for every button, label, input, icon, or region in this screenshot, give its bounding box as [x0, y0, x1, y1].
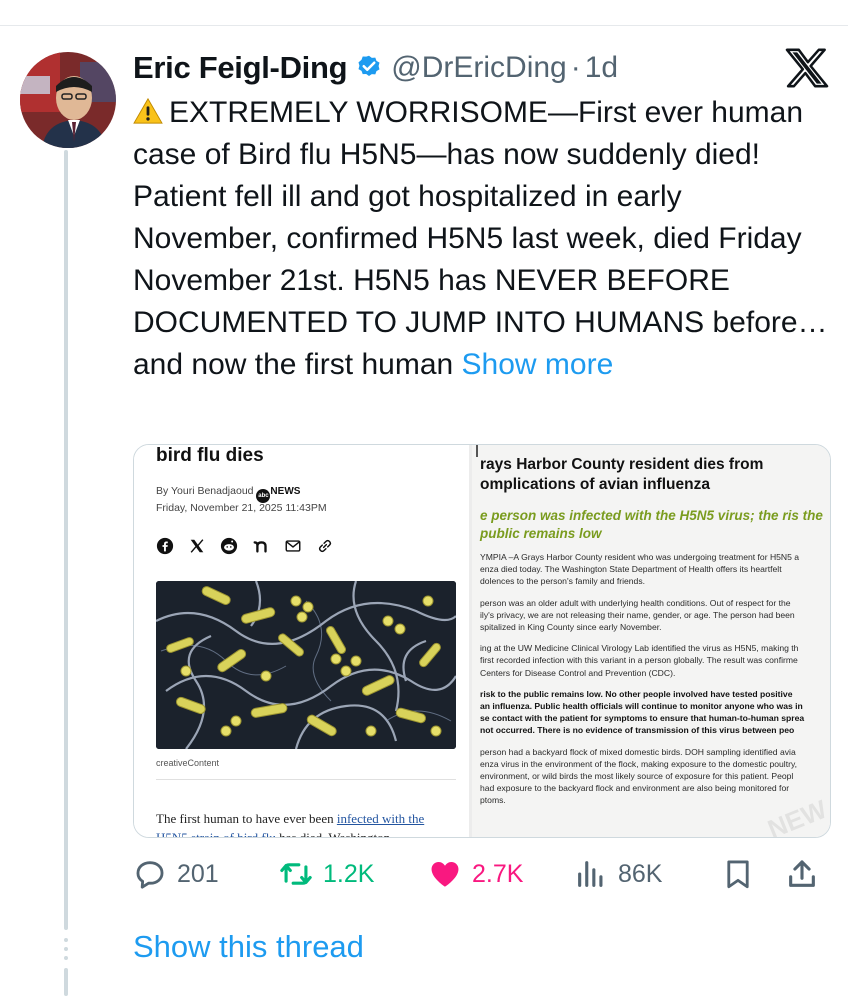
press-release-line: ily's privacy, we are not releasing thei… [480, 609, 795, 620]
show-this-thread-link[interactable]: Show this thread [133, 929, 364, 965]
press-release-line: risk to the public remains low. No other… [480, 688, 793, 699]
retweet-icon [280, 863, 312, 885]
tweet-text: EXTREMELY WORRISOME—First ever human cas… [133, 92, 833, 386]
press-release-paragraph: person was an older adult with underlyin… [480, 597, 830, 634]
press-release-paragraph: risk to the public remains low. No other… [480, 688, 830, 737]
article-body: The first human to have ever been infect… [156, 809, 456, 838]
press-release-line: environment, or wild birds the most like… [480, 771, 794, 781]
author-avatar[interactable] [20, 52, 116, 148]
avatar-photo [20, 52, 116, 148]
reply-count: 201 [177, 859, 219, 888]
heart-icon [431, 861, 459, 887]
press-release-line: person was an older adult with underlyin… [480, 597, 791, 608]
press-release-subtitle: e person was infected with the H5N5 viru… [480, 508, 823, 541]
press-release-line: not occurred. There is no evidence of tr… [480, 725, 795, 736]
thread-ellipsis-dots [63, 938, 69, 965]
share-upload-icon [789, 860, 815, 887]
tweet-body-text: EXTREMELY WORRISOME—First ever human cas… [133, 96, 828, 381]
abc-logo: abc [256, 489, 271, 503]
verified-badge-icon [358, 55, 380, 77]
press-release-line: ing at the UW Medicine Clinical Virology… [480, 643, 799, 654]
article-divider [156, 779, 456, 780]
retweet-count: 1.2K [323, 859, 375, 888]
press-release-line: an influenza. Public health officials wi… [480, 701, 803, 711]
facebook-icon [156, 537, 174, 555]
x-share-icon [190, 539, 204, 553]
body-suffix: has died, Washington [275, 830, 391, 838]
like-count: 2.7K [472, 859, 524, 888]
press-release-line: had exposure to the backyard flock and e… [480, 783, 790, 794]
thread-connector-tail [64, 968, 68, 996]
article-date: Friday, November 21, 2025 11:43PM [156, 502, 327, 514]
x-logo-icon[interactable] [785, 48, 829, 88]
tweet-media-card[interactable]: bird flu dies By Youri Benadjaoud abc NEW… [133, 444, 831, 838]
thread-connector-line [64, 150, 68, 930]
reply-button[interactable]: 201 [133, 852, 219, 896]
author-handle[interactable]: @DrEricDing [391, 51, 566, 85]
tweet-header: Eric Feigl-Ding @DrEricDing · 1d [133, 48, 618, 88]
share-icons-row [156, 537, 334, 555]
view-count: 86K [618, 859, 663, 888]
retweet-button[interactable]: 1.2K [279, 852, 374, 896]
press-release-line: first recorded infection with this varia… [480, 655, 798, 666]
press-release-line: ptoms. [480, 795, 506, 806]
press-release-line: Centers for Disease Control and Preventi… [480, 667, 676, 678]
nextdoor-icon [253, 541, 267, 553]
media-left-article: bird flu dies By Youri Benadjaoud abc NEW… [134, 445, 469, 837]
press-release-paragraph: ing at the UW Medicine Clinical Virology… [480, 642, 830, 679]
press-release-line: person had a backyard flock of mixed dom… [480, 746, 796, 757]
outlet-name: NEWS [270, 486, 301, 497]
link-icon [318, 539, 332, 553]
byline-text: By Youri Benadjaoud [156, 485, 254, 497]
press-release-paragraph: person had a backyard flock of mixed dom… [480, 746, 830, 807]
press-release-line: se contact with the patient for symptoms… [480, 713, 805, 724]
author-name[interactable]: Eric Feigl-Ding [133, 50, 348, 86]
tweet-action-bar: 201 1.2K 2.7K 86K [133, 852, 833, 896]
media-right-article: rays Harbor County resident dies from om… [472, 445, 830, 837]
press-release-line: YMPIA –A Grays Harbor County resident wh… [480, 552, 800, 562]
press-release-line: spitalized in King County since early No… [480, 622, 662, 632]
article-byline: By Youri Benadjaoud abc NEWS [156, 485, 300, 503]
top-divider [0, 25, 848, 26]
bookmark-button[interactable] [721, 852, 765, 896]
press-release-line: enza died today. The Washington State De… [480, 564, 782, 575]
reddit-icon [220, 537, 238, 555]
bookmark-icon [727, 860, 749, 889]
views-button[interactable]: 86K [574, 852, 662, 896]
article-headline: bird flu dies [156, 445, 264, 466]
views-chart-icon [578, 861, 603, 887]
share-button[interactable] [785, 852, 829, 896]
show-more-link[interactable]: Show more [462, 348, 614, 381]
press-release-line: enza virus in the environment of the flo… [480, 758, 798, 769]
press-release-paragraph: YMPIA –A Grays Harbor County resident wh… [480, 551, 830, 588]
virus-micrograph-image [156, 581, 456, 749]
body-prefix: The first human to have ever been [156, 811, 337, 826]
meta-separator: · [570, 51, 581, 84]
image-credit: creativeContent [156, 758, 220, 768]
press-release-line: dolences to the person's family and frie… [480, 576, 646, 587]
press-release-title: rays Harbor County resident dies from om… [480, 456, 764, 493]
panel-edge-marker [476, 445, 478, 457]
reply-icon [136, 861, 164, 889]
tweet-timestamp[interactable]: 1d [585, 51, 618, 85]
like-button[interactable]: 2.7K [428, 852, 523, 896]
email-icon [285, 540, 301, 552]
warning-emoji-icon [133, 97, 163, 124]
